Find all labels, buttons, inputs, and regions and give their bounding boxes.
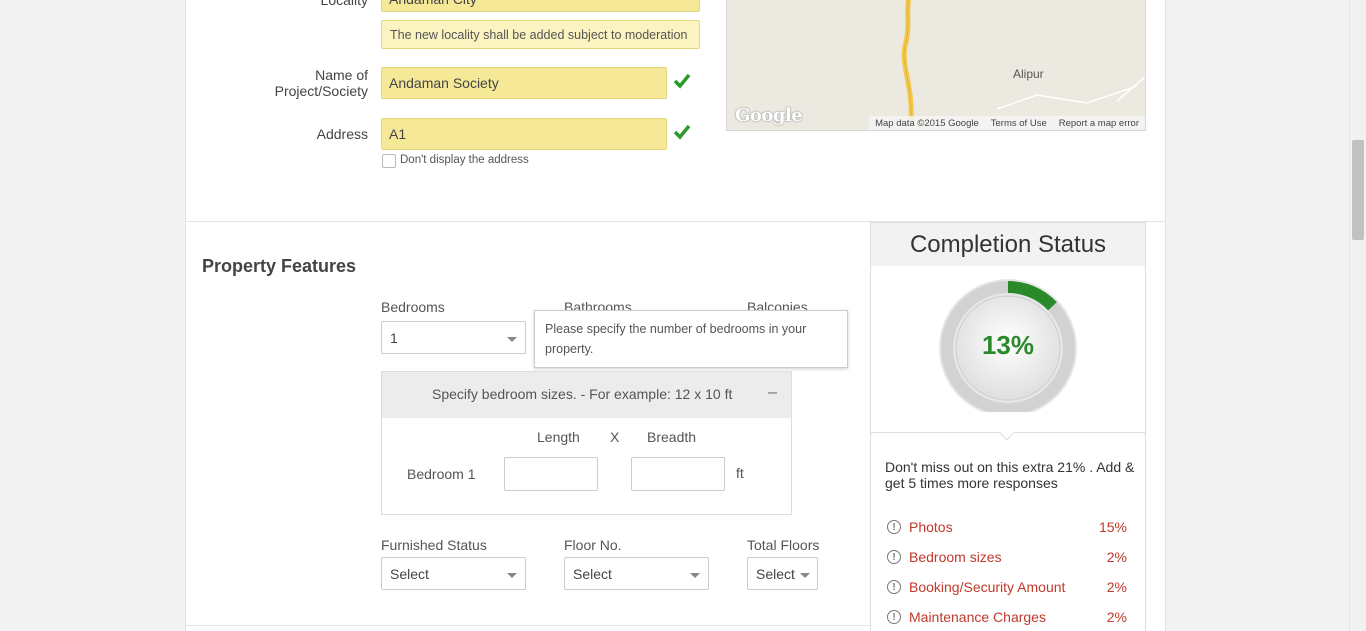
moderation-note: The new locality shall be added subject …	[381, 20, 700, 49]
info-icon: !	[887, 550, 901, 564]
missing-item-pct: 2%	[1106, 549, 1127, 565]
missing-item-maintenance[interactable]: ! Maintenance Charges 2%	[887, 607, 1127, 627]
bedrooms-select[interactable]: 1	[381, 321, 526, 354]
map-data-text: Map data ©2015 Google	[875, 117, 979, 129]
property-form-page: Locality Andaman City The new locality s…	[185, 0, 1166, 631]
map-terms-link[interactable]: Terms of Use	[991, 118, 1047, 129]
unit-label: ft	[736, 465, 744, 481]
missing-item-photos[interactable]: ! Photos 15%	[887, 517, 1127, 537]
missing-item-pct: 15%	[1098, 519, 1127, 535]
project-label-text: Name of Project/Society	[274, 67, 368, 99]
completion-percent: 13%	[981, 330, 1035, 360]
address-input[interactable]: A1	[381, 118, 667, 150]
collapse-button[interactable]: –	[768, 384, 777, 402]
info-icon: !	[887, 610, 901, 624]
length-label: Length	[537, 429, 580, 445]
locality-input[interactable]: Andaman City	[381, 0, 700, 12]
map-footer: Map data ©2015 Google Terms of Use Repor…	[869, 116, 1145, 130]
hide-address-checkbox[interactable]	[382, 154, 396, 168]
google-logo: Google	[735, 105, 803, 126]
total-floors-select[interactable]: Select	[747, 557, 818, 590]
completion-status-card: Completion Status 13% Don't miss out on …	[870, 222, 1146, 631]
missing-item-label: Maintenance Charges	[909, 609, 1046, 625]
bedroom1-length-input[interactable]	[504, 457, 598, 491]
status-notch	[998, 423, 1016, 441]
missing-item-label: Photos	[909, 519, 953, 535]
completion-gauge: 13%	[937, 278, 1079, 417]
vertical-scrollbar[interactable]	[1349, 0, 1366, 631]
floor-label: Floor No.	[564, 537, 622, 553]
chevron-down-icon	[507, 573, 517, 578]
location-map[interactable]: Alipur Google Map data ©2015 Google Term…	[726, 0, 1146, 131]
chevron-down-icon	[690, 573, 700, 578]
bedroom1-label: Bedroom 1	[407, 466, 476, 482]
project-label: Name of Project/Society	[246, 67, 368, 99]
bedrooms-value: 1	[390, 329, 398, 346]
property-features-title: Property Features	[202, 256, 357, 276]
missing-item-booking-amount[interactable]: ! Booking/Security Amount 2%	[887, 577, 1127, 597]
hide-address-label: Don't display the address	[400, 154, 529, 166]
scrollbar-thumb[interactable]	[1352, 140, 1364, 240]
furnished-value: Select	[390, 565, 429, 582]
bedroom1-breadth-input[interactable]	[631, 457, 725, 491]
section-bottom-border	[186, 625, 870, 626]
chevron-down-icon	[507, 337, 517, 342]
furnished-label: Furnished Status	[381, 537, 487, 553]
missing-item-bedroom-sizes[interactable]: ! Bedroom sizes 2%	[887, 547, 1127, 567]
address-label: Address	[316, 126, 368, 142]
bedroom-sizes-title: Specify bedroom sizes. - For example: 12…	[432, 386, 733, 402]
floor-select[interactable]: Select	[564, 557, 709, 590]
chevron-down-icon	[800, 573, 810, 578]
bedroom-sizes-header[interactable]: Specify bedroom sizes. - For example: 12…	[382, 372, 791, 418]
floor-value: Select	[573, 565, 612, 582]
completion-message: Don't miss out on this extra 21% . Add &…	[885, 459, 1135, 491]
breadth-label: Breadth	[647, 429, 697, 445]
missing-item-pct: 2%	[1106, 579, 1127, 595]
info-icon: !	[887, 580, 901, 594]
missing-item-pct: 2%	[1106, 609, 1127, 625]
bedrooms-tooltip: Please specify the number of bedrooms in…	[534, 310, 848, 368]
project-input[interactable]: Andaman Society	[381, 67, 667, 99]
map-place-label: Alipur	[1013, 67, 1044, 81]
total-floors-label: Total Floors	[747, 537, 820, 553]
missing-item-label: Bedroom sizes	[909, 549, 1002, 565]
missing-item-label: Booking/Security Amount	[909, 579, 1066, 595]
info-icon: !	[887, 520, 901, 534]
bedrooms-label: Bedrooms	[381, 299, 445, 315]
furnished-select[interactable]: Select	[381, 557, 526, 590]
completion-title: Completion Status	[871, 223, 1145, 266]
total-floors-value: Select	[756, 565, 795, 582]
x-label: X	[610, 429, 620, 445]
locality-label: Locality	[320, 0, 368, 8]
address-valid-check-icon	[673, 124, 691, 140]
map-report-link[interactable]: Report a map error	[1059, 118, 1139, 129]
bedroom-sizes-panel: Specify bedroom sizes. - For example: 12…	[381, 371, 792, 515]
project-valid-check-icon	[673, 73, 691, 89]
